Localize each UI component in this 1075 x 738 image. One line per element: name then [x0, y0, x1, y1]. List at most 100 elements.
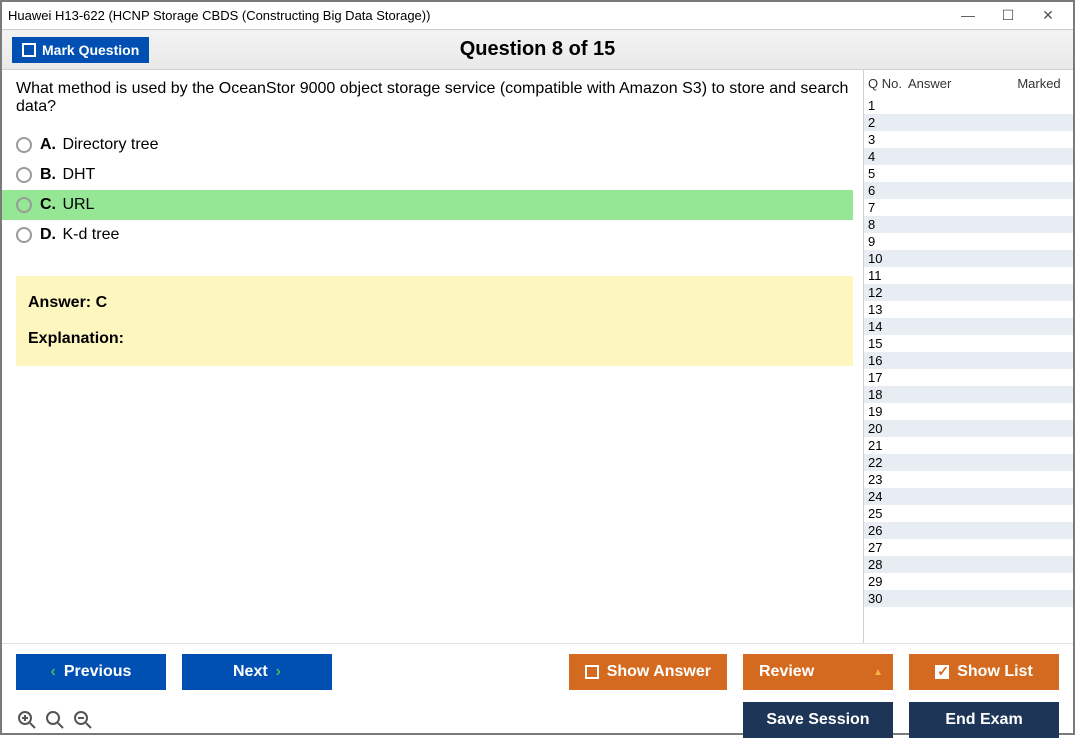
row-qno: 14 — [868, 319, 908, 334]
row-qno: 24 — [868, 489, 908, 504]
sidebar-row[interactable]: 25 — [864, 505, 1073, 522]
sidebar-row[interactable]: 19 — [864, 403, 1073, 420]
option-B[interactable]: B. DHT — [2, 160, 853, 190]
row-qno: 16 — [868, 353, 908, 368]
minimize-button[interactable]: — — [957, 7, 979, 24]
radio-icon — [16, 197, 32, 213]
show-answer-button[interactable]: Show Answer — [569, 654, 727, 690]
show-list-label: Show List — [957, 663, 1033, 681]
question-text: What method is used by the OceanStor 900… — [2, 80, 863, 130]
row-qno: 29 — [868, 574, 908, 589]
chevron-right-icon: › — [276, 663, 281, 681]
show-list-button[interactable]: Show List — [909, 654, 1059, 690]
sidebar-list[interactable]: 1234567891011121314151617181920212223242… — [864, 97, 1073, 643]
zoom-icon[interactable] — [44, 709, 66, 731]
sidebar-row[interactable]: 23 — [864, 471, 1073, 488]
sidebar-row[interactable]: 27 — [864, 539, 1073, 556]
option-label: C. URL — [40, 196, 94, 214]
sidebar-row[interactable]: 6 — [864, 182, 1073, 199]
checkbox-checked-icon — [935, 665, 949, 679]
chevron-left-icon: ‹ — [51, 663, 56, 681]
option-A[interactable]: A. Directory tree — [2, 130, 853, 160]
end-exam-label: End Exam — [945, 711, 1022, 729]
zoom-in-icon[interactable] — [16, 709, 38, 731]
save-session-button[interactable]: Save Session — [743, 702, 893, 738]
row-qno: 3 — [868, 132, 908, 147]
radio-icon — [16, 227, 32, 243]
top-bar: Mark Question Question 8 of 15 — [2, 30, 1073, 70]
row-qno: 21 — [868, 438, 908, 453]
row-qno: 15 — [868, 336, 908, 351]
maximize-button[interactable]: ☐ — [997, 7, 1019, 24]
save-session-label: Save Session — [766, 711, 869, 729]
checkbox-icon — [585, 665, 599, 679]
sidebar-row[interactable]: 30 — [864, 590, 1073, 607]
question-panel: What method is used by the OceanStor 900… — [2, 70, 863, 643]
sidebar-row[interactable]: 4 — [864, 148, 1073, 165]
row-qno: 23 — [868, 472, 908, 487]
sidebar-row[interactable]: 26 — [864, 522, 1073, 539]
sidebar-row[interactable]: 15 — [864, 335, 1073, 352]
next-button[interactable]: Next › — [182, 654, 332, 690]
sidebar-row[interactable]: 16 — [864, 352, 1073, 369]
mark-question-button[interactable]: Mark Question — [12, 37, 149, 63]
row-qno: 9 — [868, 234, 908, 249]
sidebar-row[interactable]: 29 — [864, 573, 1073, 590]
sidebar-row[interactable]: 12 — [864, 284, 1073, 301]
sidebar-header: Q No. Answer Marked — [864, 70, 1073, 97]
sidebar-row[interactable]: 7 — [864, 199, 1073, 216]
row-qno: 28 — [868, 557, 908, 572]
sidebar-row[interactable]: 17 — [864, 369, 1073, 386]
sidebar-row[interactable]: 22 — [864, 454, 1073, 471]
row-qno: 20 — [868, 421, 908, 436]
sidebar-row[interactable]: 11 — [864, 267, 1073, 284]
bottom-bar: ‹ Previous Next › Show Answer Review ▲ S… — [2, 643, 1073, 733]
row-qno: 10 — [868, 251, 908, 266]
col-qno: Q No. — [868, 76, 908, 91]
row-qno: 7 — [868, 200, 908, 215]
sidebar-row[interactable]: 10 — [864, 250, 1073, 267]
row-qno: 5 — [868, 166, 908, 181]
sidebar-row[interactable]: 21 — [864, 437, 1073, 454]
sidebar-row[interactable]: 8 — [864, 216, 1073, 233]
sidebar-row[interactable]: 13 — [864, 301, 1073, 318]
zoom-controls — [16, 709, 94, 731]
row-qno: 2 — [868, 115, 908, 130]
mark-question-label: Mark Question — [42, 42, 139, 58]
option-label: B. DHT — [40, 166, 95, 184]
sidebar-row[interactable]: 18 — [864, 386, 1073, 403]
option-label: D. K-d tree — [40, 226, 119, 244]
sidebar-row[interactable]: 24 — [864, 488, 1073, 505]
sidebar-row[interactable]: 20 — [864, 420, 1073, 437]
row-qno: 25 — [868, 506, 908, 521]
close-button[interactable]: ✕ — [1037, 7, 1059, 24]
zoom-out-icon[interactable] — [72, 709, 94, 731]
row-qno: 27 — [868, 540, 908, 555]
row-qno: 19 — [868, 404, 908, 419]
row-qno: 13 — [868, 302, 908, 317]
sidebar-row[interactable]: 3 — [864, 131, 1073, 148]
titlebar: Huawei H13-622 (HCNP Storage CBDS (Const… — [2, 2, 1073, 30]
sidebar-row[interactable]: 9 — [864, 233, 1073, 250]
row-qno: 18 — [868, 387, 908, 402]
window-controls: — ☐ ✕ — [957, 7, 1067, 24]
review-label: Review — [759, 663, 814, 681]
row-qno: 11 — [868, 268, 908, 283]
answer-line: Answer: C — [28, 294, 841, 312]
sidebar-row[interactable]: 5 — [864, 165, 1073, 182]
option-C[interactable]: C. URL — [2, 190, 853, 220]
review-button[interactable]: Review ▲ — [743, 654, 893, 690]
col-marked: Marked — [1009, 76, 1069, 91]
button-row-2: Save Session End Exam — [16, 702, 1059, 738]
sidebar-row[interactable]: 28 — [864, 556, 1073, 573]
sidebar-row[interactable]: 2 — [864, 114, 1073, 131]
sidebar-row[interactable]: 1 — [864, 97, 1073, 114]
next-label: Next — [233, 663, 268, 681]
option-D[interactable]: D. K-d tree — [2, 220, 853, 250]
col-answer: Answer — [908, 76, 1009, 91]
window-title: Huawei H13-622 (HCNP Storage CBDS (Const… — [8, 8, 957, 23]
previous-button[interactable]: ‹ Previous — [16, 654, 166, 690]
end-exam-button[interactable]: End Exam — [909, 702, 1059, 738]
radio-icon — [16, 167, 32, 183]
sidebar-row[interactable]: 14 — [864, 318, 1073, 335]
